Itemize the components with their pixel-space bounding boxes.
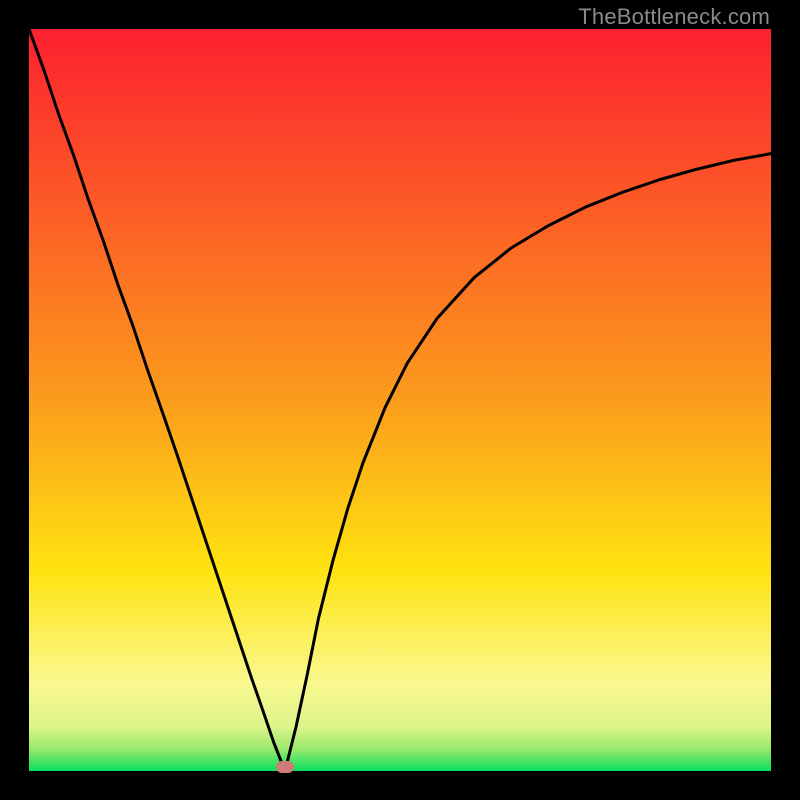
optimal-marker xyxy=(276,761,294,773)
gradient-background xyxy=(29,29,771,771)
chart-frame xyxy=(29,29,771,771)
chart-svg xyxy=(29,29,771,771)
watermark: TheBottleneck.com xyxy=(578,4,770,30)
